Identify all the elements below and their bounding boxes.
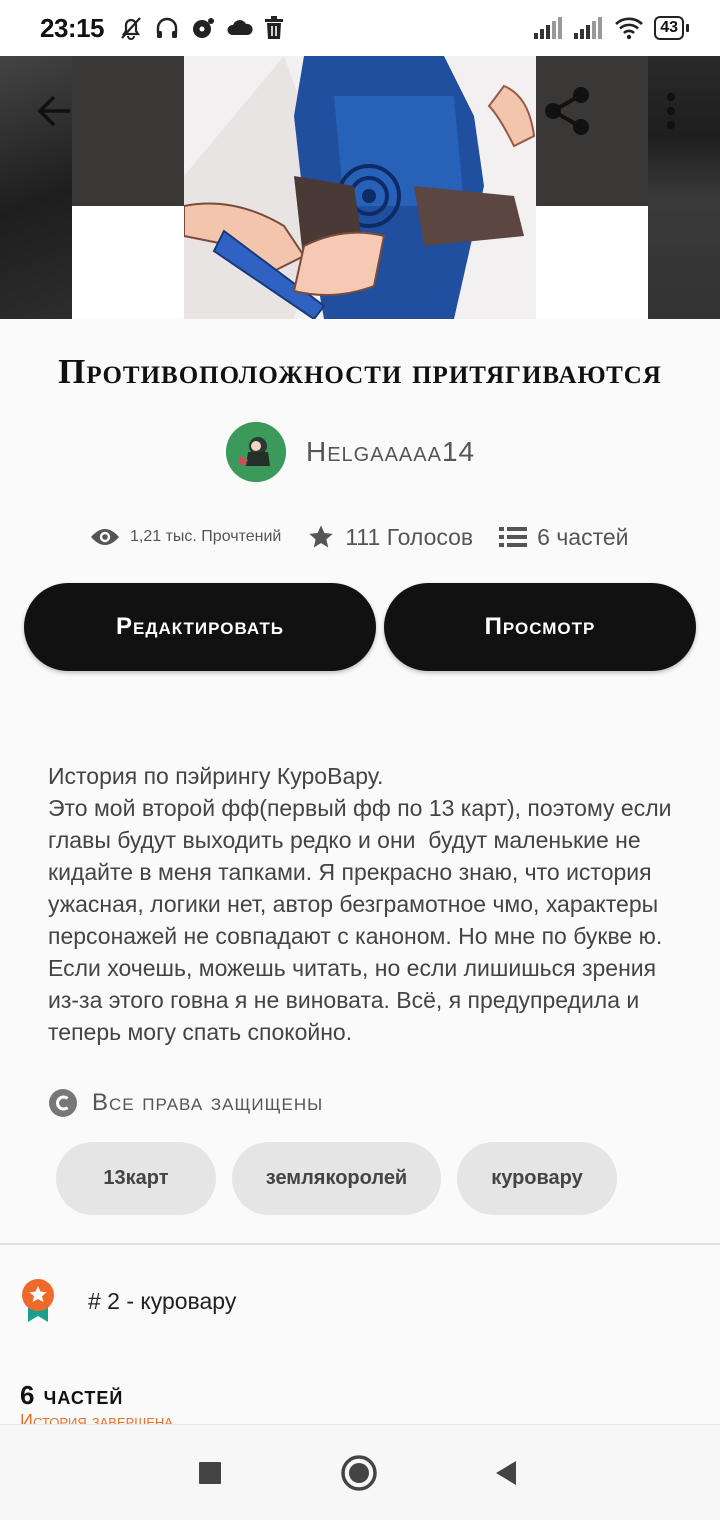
copyright-icon xyxy=(49,1089,77,1117)
description-text: История по пэйрингу КуроВару. Это мой вт… xyxy=(48,763,672,1045)
reads-stat: 1,21 тыс. Прочтений xyxy=(90,527,281,547)
story-details-screen: 23:15 43 Противоположности притягиваются… xyxy=(0,0,720,1520)
triangle-back-icon xyxy=(496,1461,516,1485)
status-bar: 23:15 43 xyxy=(0,0,720,56)
eye-icon xyxy=(91,529,119,545)
disc-icon xyxy=(190,15,218,41)
reads-count: 1,21 тыс. Прочтений xyxy=(130,528,282,545)
tag-chip[interactable]: 13карт xyxy=(56,1142,216,1215)
ranking-badge-icon xyxy=(22,1279,54,1322)
square-icon xyxy=(199,1462,221,1484)
status-time: 23:15 xyxy=(40,12,105,43)
parts-stat: 6 частей xyxy=(499,523,629,551)
back-nav-button[interactable] xyxy=(486,1453,526,1493)
story-description: История по пэйрингу КуроВару. Это мой вт… xyxy=(48,760,688,1048)
copyright-row: Все права защищены xyxy=(48,1088,323,1118)
signal-2-icon xyxy=(574,17,603,39)
more-options-button[interactable] xyxy=(638,78,704,144)
wifi-icon xyxy=(615,17,644,40)
votes-stat: 111 Голосов xyxy=(307,523,473,551)
share-button[interactable] xyxy=(534,78,600,144)
ranking-badge[interactable] xyxy=(20,1278,56,1324)
battery-indicator: 43 xyxy=(654,16,689,40)
circle-icon xyxy=(341,1455,377,1491)
story-status: История завершена xyxy=(20,1411,173,1425)
top-toolbar xyxy=(0,56,720,167)
signal-icon xyxy=(534,17,563,39)
star-icon xyxy=(309,525,334,548)
headphones-icon xyxy=(154,15,182,41)
parts-count: 6 частей xyxy=(537,523,629,550)
home-button[interactable] xyxy=(339,1453,379,1493)
system-navigation-bar xyxy=(0,1424,720,1520)
trash-icon xyxy=(262,15,290,41)
more-vertical-icon xyxy=(666,92,676,130)
author-avatar[interactable] xyxy=(226,422,286,482)
tag-chip[interactable]: землякоролей xyxy=(232,1142,441,1215)
edit-button[interactable]: Редактировать xyxy=(24,583,376,671)
back-button[interactable] xyxy=(22,78,88,144)
copyright-text: Все права защищены xyxy=(92,1089,324,1116)
section-divider xyxy=(0,1243,720,1245)
mute-bell-icon xyxy=(118,15,146,41)
recents-button[interactable] xyxy=(190,1453,230,1493)
tag-chip[interactable]: куровару xyxy=(457,1142,617,1215)
author-row[interactable]: Helgaaaaa14 xyxy=(226,422,475,482)
author-name[interactable]: Helgaaaaa14 xyxy=(306,436,475,468)
view-button[interactable]: Просмотр xyxy=(384,583,696,671)
story-stats: 1,21 тыс. Прочтений 111 Голосов 6 частей xyxy=(90,518,650,556)
cloud-icon xyxy=(226,15,254,41)
ranking-text[interactable]: # 2 - куровару xyxy=(88,1288,236,1315)
share-icon xyxy=(545,87,589,135)
arrow-left-icon xyxy=(37,95,70,127)
parts-header: 6 частей xyxy=(20,1380,124,1410)
list-icon xyxy=(499,527,528,547)
status-right-group: 43 xyxy=(534,16,689,40)
votes-count: 111 Голосов xyxy=(345,523,474,550)
story-title: Противоположности притягиваются xyxy=(58,352,662,391)
